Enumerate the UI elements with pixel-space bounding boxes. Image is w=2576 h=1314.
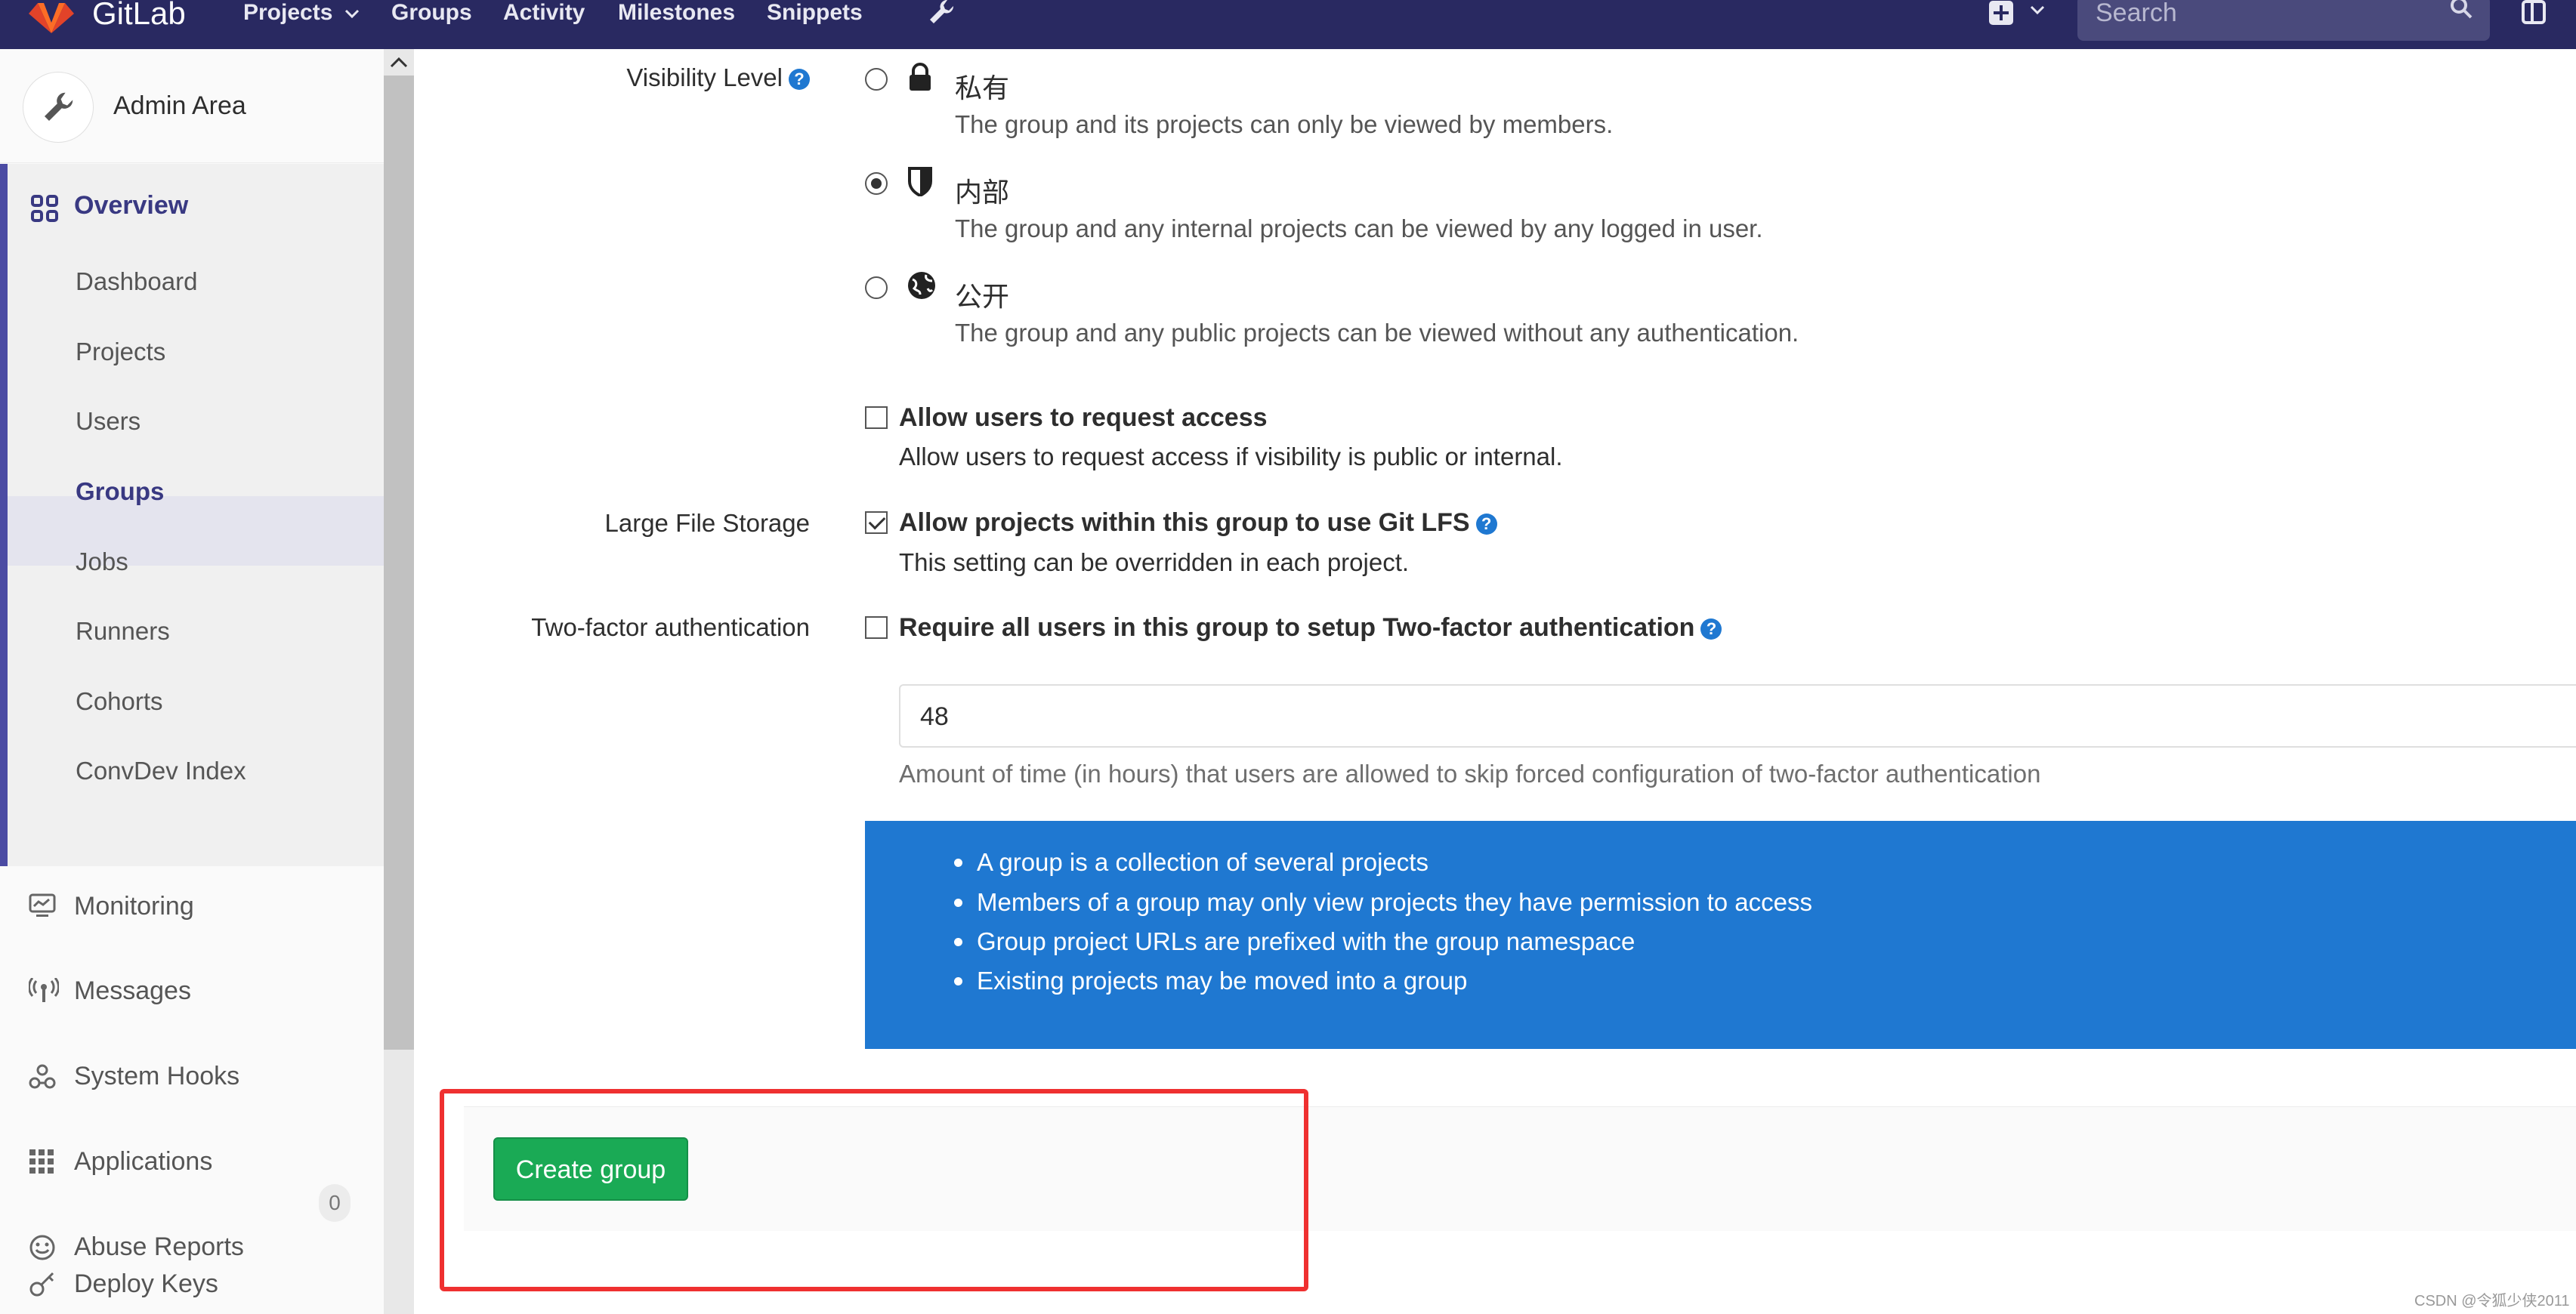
top-navbar: GitLab Projects Groups Activity Mileston…	[0, 0, 2576, 49]
two-factor-title[interactable]: Require all users in this group to setup…	[899, 613, 1722, 643]
visibility-public-desc: The group and any public projects can be…	[955, 319, 1799, 347]
scroll-up-arrow-icon[interactable]	[388, 54, 409, 69]
nav-activity[interactable]: Activity	[503, 0, 585, 26]
sidebar-item-label: Messages	[74, 976, 191, 1005]
lfs-checkbox[interactable]	[865, 511, 888, 534]
visibility-level-text: Visibility Level	[626, 63, 783, 91]
sidebar-item-label: Deploy Keys	[74, 1269, 218, 1298]
lfs-desc: This setting can be overridden in each p…	[899, 548, 1410, 576]
group-info-box: A group is a collection of several proje…	[865, 821, 2576, 1049]
sidebar-item-groups[interactable]: Groups	[76, 477, 164, 506]
annotation-highlight-box	[440, 1089, 1308, 1291]
two-factor-title-text: Require all users in this group to setup…	[899, 613, 1695, 642]
chevron-down-icon	[344, 10, 359, 19]
sidebar-toggle-icon[interactable]	[2520, 0, 2550, 27]
plus-square-icon[interactable]	[1988, 0, 2014, 26]
broadcast-icon	[29, 978, 59, 1002]
info-list-item: Existing projects may be moved into a gr…	[953, 967, 1468, 995]
wrench-icon[interactable]	[926, 0, 956, 27]
search-input[interactable]: Search	[2077, 0, 2490, 41]
search-icon	[2451, 0, 2473, 19]
sidebar-header[interactable]: Admin Area	[0, 49, 384, 163]
visibility-internal-name[interactable]: 内部	[955, 171, 1009, 210]
sidebar-item-cohorts[interactable]: Cohorts	[76, 687, 163, 716]
sidebar-item-label: Monitoring	[74, 892, 194, 921]
globe-icon	[908, 272, 935, 299]
visibility-internal-radio[interactable]	[865, 172, 888, 195]
request-access-checkbox[interactable]	[865, 406, 888, 429]
lfs-title-text: Allow projects within this group to use …	[899, 508, 1470, 537]
two-factor-grace-period-input[interactable]: 48	[899, 684, 2576, 748]
nav-groups[interactable]: Groups	[391, 0, 472, 26]
key-icon	[29, 1272, 54, 1297]
nav-projects[interactable]: Projects	[243, 0, 360, 26]
sidebar-item-projects[interactable]: Projects	[76, 338, 165, 366]
lfs-title[interactable]: Allow projects within this group to use …	[899, 508, 1497, 538]
request-access-desc: Allow users to request access if visibil…	[899, 443, 1563, 470]
shield-icon	[908, 167, 932, 196]
visibility-level-label: Visibility Level?	[626, 63, 810, 92]
visibility-public-name[interactable]: 公开	[955, 275, 1009, 314]
visibility-private-desc: The group and its projects can only be v…	[955, 110, 1614, 138]
sidebar-scrollbar-thumb[interactable]	[384, 76, 414, 1050]
lock-icon	[910, 63, 931, 91]
wrench-icon	[45, 92, 73, 121]
admin-avatar	[23, 72, 94, 143]
large-file-storage-label: Large File Storage	[604, 509, 811, 537]
apps-grid-icon	[29, 1149, 54, 1174]
info-list-item: Group project URLs are prefixed with the…	[953, 927, 1635, 955]
visibility-private-radio[interactable]	[865, 68, 888, 91]
sidebar-item-users[interactable]: Users	[76, 407, 141, 436]
smiley-icon	[29, 1235, 55, 1260]
sidebar-item-label: Abuse Reports	[74, 1232, 244, 1261]
brand-name[interactable]: GitLab	[92, 0, 186, 32]
help-icon[interactable]: ?	[1475, 514, 1497, 535]
sidebar-section-overview: Overview Dashboard Projects Users Groups…	[0, 164, 384, 866]
two-factor-checkbox[interactable]	[865, 616, 888, 639]
sidebar-item-overview[interactable]: Overview	[74, 191, 188, 221]
request-access-title[interactable]: Allow users to request access	[899, 403, 1268, 433]
visibility-private-name[interactable]: 私有	[955, 66, 1009, 106]
help-icon[interactable]: ?	[1700, 618, 1722, 640]
watermark: CSDN @令狐少侠2011	[2414, 1293, 2570, 1309]
sidebar-title: Admin Area	[113, 91, 246, 120]
help-icon[interactable]: ?	[789, 69, 810, 91]
info-list-item: Members of a group may only view project…	[954, 888, 1812, 916]
grace-period-help-text: Amount of time (in hours) that users are…	[899, 760, 2041, 788]
overview-grid-icon	[31, 195, 58, 222]
admin-sidebar: Admin Area Overview Dashboard Projects U…	[0, 49, 385, 1314]
abuse-reports-count-badge: 0	[319, 1184, 351, 1222]
nav-projects-label: Projects	[243, 0, 333, 25]
visibility-internal-desc: The group and any internal projects can …	[955, 214, 1763, 242]
nav-snippets[interactable]: Snippets	[767, 0, 863, 26]
visibility-public-radio[interactable]	[865, 276, 888, 299]
sidebar-item-runners[interactable]: Runners	[76, 617, 170, 646]
search-placeholder: Search	[2096, 0, 2177, 27]
gitlab-logo-icon[interactable]	[27, 0, 76, 33]
chevron-down-icon[interactable]	[2029, 5, 2046, 15]
sidebar-item-label: System Hooks	[74, 1062, 240, 1090]
grace-period-value: 48	[920, 702, 949, 731]
nav-milestones[interactable]: Milestones	[618, 0, 735, 26]
sidebar-item-jobs[interactable]: Jobs	[76, 548, 128, 576]
sidebar-item-label: Applications	[74, 1147, 213, 1176]
hook-icon	[29, 1064, 56, 1089]
monitor-icon	[29, 893, 56, 917]
active-item-highlight	[8, 496, 384, 566]
info-list-item: A group is a collection of several proje…	[954, 848, 1429, 876]
two-factor-label: Two-factor authentication	[531, 613, 810, 641]
sidebar-item-convdev-index[interactable]: ConvDev Index	[76, 757, 246, 785]
sidebar-item-dashboard[interactable]: Dashboard	[76, 267, 197, 296]
